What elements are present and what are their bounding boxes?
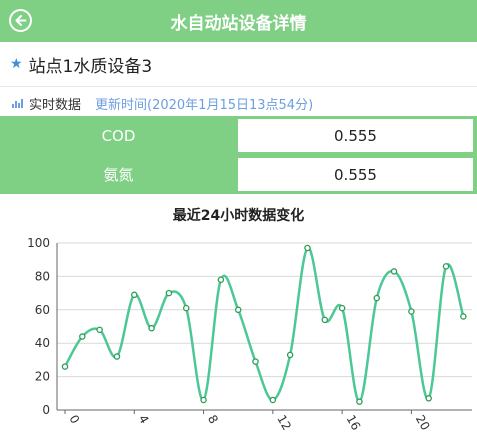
data-point	[252, 358, 259, 365]
data-point	[165, 289, 173, 297]
data-point	[390, 268, 398, 275]
data-point	[96, 326, 103, 334]
data-point	[131, 291, 138, 299]
data-point	[286, 351, 294, 359]
data-point	[269, 396, 277, 404]
y-tick-label: 60	[35, 303, 50, 317]
data-point	[61, 363, 69, 370]
y-tick-label: 0	[42, 403, 50, 417]
y-tick-label: 20	[35, 370, 50, 384]
data-point	[234, 306, 242, 314]
data-point	[373, 294, 380, 302]
y-tick-label: 100	[27, 236, 50, 250]
data-point	[356, 398, 363, 405]
x-tick-label: 8	[205, 413, 221, 427]
series-line	[63, 246, 465, 403]
x-tick-label: 12	[274, 413, 294, 433]
y-tick-label: 40	[35, 336, 50, 350]
data-point	[79, 333, 86, 340]
data-point	[200, 396, 207, 404]
x-tick-label: 16	[344, 413, 364, 433]
data-point	[217, 276, 225, 283]
data-point	[148, 324, 155, 332]
data-point	[460, 313, 467, 320]
data-point	[304, 244, 311, 252]
data-point	[182, 304, 190, 312]
x-tick-label: 4	[136, 413, 152, 427]
x-tick-label: 0	[66, 413, 82, 427]
data-point	[425, 395, 432, 402]
x-tick-label: 20	[413, 413, 433, 433]
data-point	[338, 304, 346, 312]
data-point	[442, 263, 450, 270]
data-point	[113, 353, 121, 360]
line-chart: 0 20 40 60 80 100 0 4 8 12 16 20	[27, 236, 472, 433]
y-tick-label: 80	[35, 269, 50, 283]
data-point	[321, 316, 329, 324]
data-point	[408, 308, 415, 315]
